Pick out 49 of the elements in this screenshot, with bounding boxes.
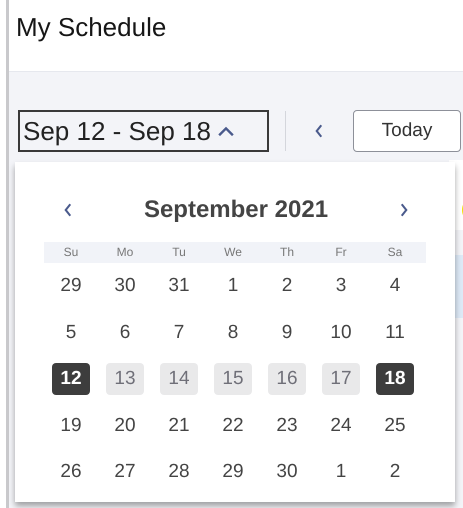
calendar-day[interactable]: 30: [268, 456, 306, 488]
calendar-day[interactable]: 4: [376, 270, 414, 302]
calendar-day[interactable]: 9: [268, 316, 306, 349]
calendar-day[interactable]: 31: [160, 270, 198, 302]
weekday-label: Sa: [386, 244, 404, 261]
calendar-day[interactable]: 2: [376, 456, 414, 488]
calendar-day[interactable]: 30: [106, 270, 144, 302]
calendar-day[interactable]: 13: [106, 363, 144, 396]
weekday-label: We: [223, 244, 243, 261]
date-range-button[interactable]: Sep 12 - Sep 18: [18, 110, 269, 152]
calendar-day[interactable]: 1: [214, 270, 252, 302]
weekday-label: Tu: [171, 244, 187, 261]
calendar-day[interactable]: 19: [52, 410, 90, 442]
page-title: My Schedule: [16, 12, 166, 43]
calendar-day[interactable]: 5: [52, 316, 90, 349]
calendar-day[interactable]: 29: [52, 270, 90, 302]
calendar-day[interactable]: 21: [160, 410, 198, 442]
weekday-label: Su: [62, 244, 80, 261]
calendar-day[interactable]: 27: [106, 456, 144, 488]
today-button[interactable]: Today: [353, 110, 461, 152]
chevron-left-icon: [62, 202, 74, 218]
calendar-day[interactable]: 3: [322, 270, 360, 302]
calendar-day[interactable]: 1: [322, 456, 360, 488]
month-title: September 2021: [144, 196, 328, 224]
calendar-day[interactable]: 12: [52, 363, 90, 396]
calendar-day[interactable]: 16: [268, 363, 306, 396]
calendar-day[interactable]: 28: [160, 456, 198, 488]
calendar-day[interactable]: 25: [376, 410, 414, 442]
calendar-day[interactable]: 20: [106, 410, 144, 442]
calendar-day[interactable]: 15: [214, 363, 252, 396]
calendar-day[interactable]: 23: [268, 410, 306, 442]
calendar-day[interactable]: 14: [160, 363, 198, 396]
weekday-label: Fr: [334, 244, 348, 261]
calendar-day[interactable]: 7: [160, 316, 198, 349]
calendar-day[interactable]: 8: [214, 316, 252, 349]
calendar-day[interactable]: 18: [376, 363, 414, 396]
calendar-day[interactable]: 6: [106, 316, 144, 349]
calendar-day[interactable]: 11: [376, 316, 414, 349]
calendar-day[interactable]: 17: [322, 363, 360, 396]
chevron-left-icon: [313, 123, 325, 139]
weekday-label: Mo: [116, 244, 134, 261]
weekday-label: Th: [278, 244, 295, 261]
calendar-day[interactable]: 2: [268, 270, 306, 302]
chevron-up-icon: [216, 125, 235, 137]
calendar-day[interactable]: 22: [214, 410, 252, 442]
calendar-day[interactable]: 26: [52, 456, 90, 488]
calendar-day[interactable]: 29: [214, 456, 252, 488]
calendar-day[interactable]: 10: [322, 316, 360, 349]
calendar-day[interactable]: 24: [322, 410, 360, 442]
